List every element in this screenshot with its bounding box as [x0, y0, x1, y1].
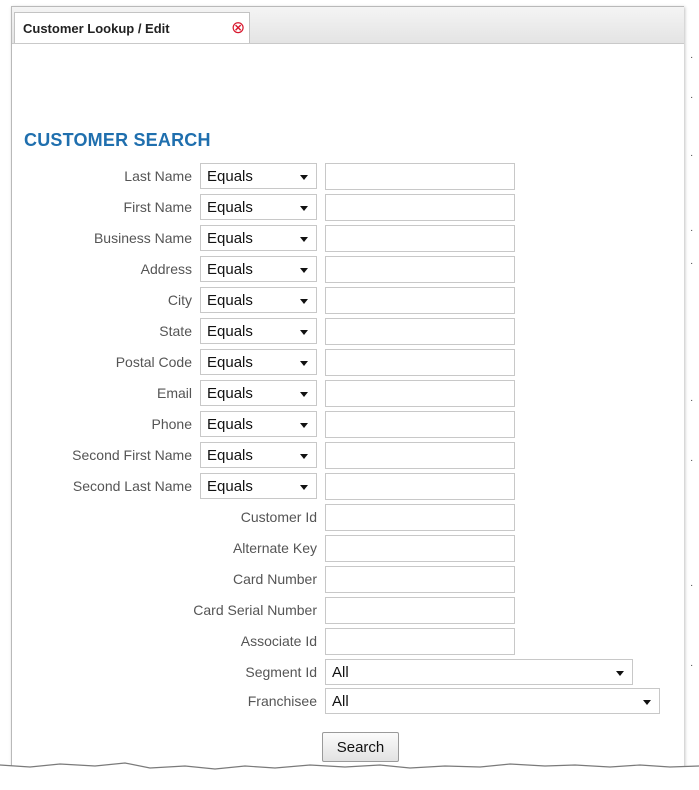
- state-label: State: [159, 323, 192, 339]
- associate-id-input[interactable]: [325, 628, 515, 655]
- alternate-key-label: Alternate Key: [232, 540, 317, 556]
- tab-bar: Customer Lookup / Edit ⊗: [12, 7, 684, 44]
- address-operator-select[interactable]: Equals: [200, 256, 317, 282]
- franchisee-label: Franchisee: [247, 693, 317, 709]
- business-name-input[interactable]: [325, 225, 515, 252]
- second-last-name-operator-value: Equals: [207, 478, 253, 495]
- last-name-operator-select[interactable]: Equals: [200, 163, 317, 189]
- form-heading: CUSTOMER SEARCH: [24, 130, 211, 150]
- second-first-name-operator-value: Equals: [207, 447, 253, 464]
- last-name-input[interactable]: [325, 163, 515, 190]
- chevron-down-icon: [300, 206, 308, 211]
- city-input[interactable]: [325, 287, 515, 314]
- phone-label: Phone: [151, 416, 192, 432]
- email-label: Email: [156, 385, 192, 401]
- phone-operator-value: Equals: [207, 416, 253, 433]
- first-name-operator-select[interactable]: Equals: [200, 194, 317, 220]
- second-first-name-input[interactable]: [325, 442, 515, 469]
- last-name-operator-value: Equals: [207, 168, 253, 185]
- chevron-down-icon: [300, 392, 308, 397]
- state-operator-value: Equals: [207, 323, 253, 340]
- alternate-key-input[interactable]: [325, 535, 515, 562]
- city-label: City: [167, 292, 192, 308]
- segment-id-selected-value: All: [332, 664, 349, 681]
- tab-customer-lookup[interactable]: Customer Lookup / Edit ⊗: [14, 12, 250, 43]
- chevron-down-icon: [300, 423, 308, 428]
- franchisee-selected-value: All: [332, 693, 349, 710]
- second-first-name-operator-select[interactable]: Equals: [200, 442, 317, 468]
- chevron-down-icon: [300, 330, 308, 335]
- close-tab-icon[interactable]: ⊗: [231, 18, 245, 38]
- franchisee-select[interactable]: All: [325, 688, 660, 714]
- postal-code-operator-value: Equals: [207, 354, 253, 371]
- address-operator-value: Equals: [207, 261, 253, 278]
- state-input[interactable]: [325, 318, 515, 345]
- tab-title: Customer Lookup / Edit: [23, 21, 170, 36]
- card-serial-number-label: Card Serial Number: [193, 602, 317, 618]
- customer-id-label: Customer Id: [240, 509, 317, 525]
- postal-code-input[interactable]: [325, 349, 515, 376]
- second-first-name-label: Second First Name: [72, 447, 192, 463]
- chevron-down-icon: [616, 671, 624, 676]
- segment-id-select[interactable]: All: [325, 659, 633, 685]
- card-serial-number-input[interactable]: [325, 597, 515, 624]
- state-operator-select[interactable]: Equals: [200, 318, 317, 344]
- business-name-label: Business Name: [93, 230, 192, 246]
- chevron-down-icon: [300, 268, 308, 273]
- phone-input[interactable]: [325, 411, 515, 438]
- customer-id-input[interactable]: [325, 504, 515, 531]
- search-button[interactable]: Search: [322, 732, 399, 762]
- segment-id-label: Segment Id: [245, 664, 317, 680]
- chevron-down-icon: [300, 175, 308, 180]
- chevron-down-icon: [300, 485, 308, 490]
- first-name-input[interactable]: [325, 194, 515, 221]
- email-operator-select[interactable]: Equals: [200, 380, 317, 406]
- email-operator-value: Equals: [207, 385, 253, 402]
- address-label: Address: [140, 261, 192, 277]
- card-number-label: Card Number: [232, 571, 317, 587]
- chevron-down-icon: [300, 454, 308, 459]
- business-name-operator-select[interactable]: Equals: [200, 225, 317, 251]
- phone-operator-select[interactable]: Equals: [200, 411, 317, 437]
- second-last-name-label: Second Last Name: [72, 478, 192, 494]
- chevron-down-icon: [300, 299, 308, 304]
- second-last-name-operator-select[interactable]: Equals: [200, 473, 317, 499]
- last-name-label: Last Name: [124, 168, 192, 184]
- first-name-operator-value: Equals: [207, 199, 253, 216]
- first-name-label: First Name: [123, 199, 192, 215]
- postal-code-label: Postal Code: [115, 354, 192, 370]
- chevron-down-icon: [643, 700, 651, 705]
- card-number-input[interactable]: [325, 566, 515, 593]
- associate-id-label: Associate Id: [240, 633, 317, 649]
- postal-code-operator-select[interactable]: Equals: [200, 349, 317, 375]
- torn-edge-divider: [0, 762, 699, 790]
- business-name-operator-value: Equals: [207, 230, 253, 247]
- email-input[interactable]: [325, 380, 515, 407]
- city-operator-value: Equals: [207, 292, 253, 309]
- chevron-down-icon: [300, 361, 308, 366]
- city-operator-select[interactable]: Equals: [200, 287, 317, 313]
- second-last-name-input[interactable]: [325, 473, 515, 500]
- address-input[interactable]: [325, 256, 515, 283]
- chevron-down-icon: [300, 237, 308, 242]
